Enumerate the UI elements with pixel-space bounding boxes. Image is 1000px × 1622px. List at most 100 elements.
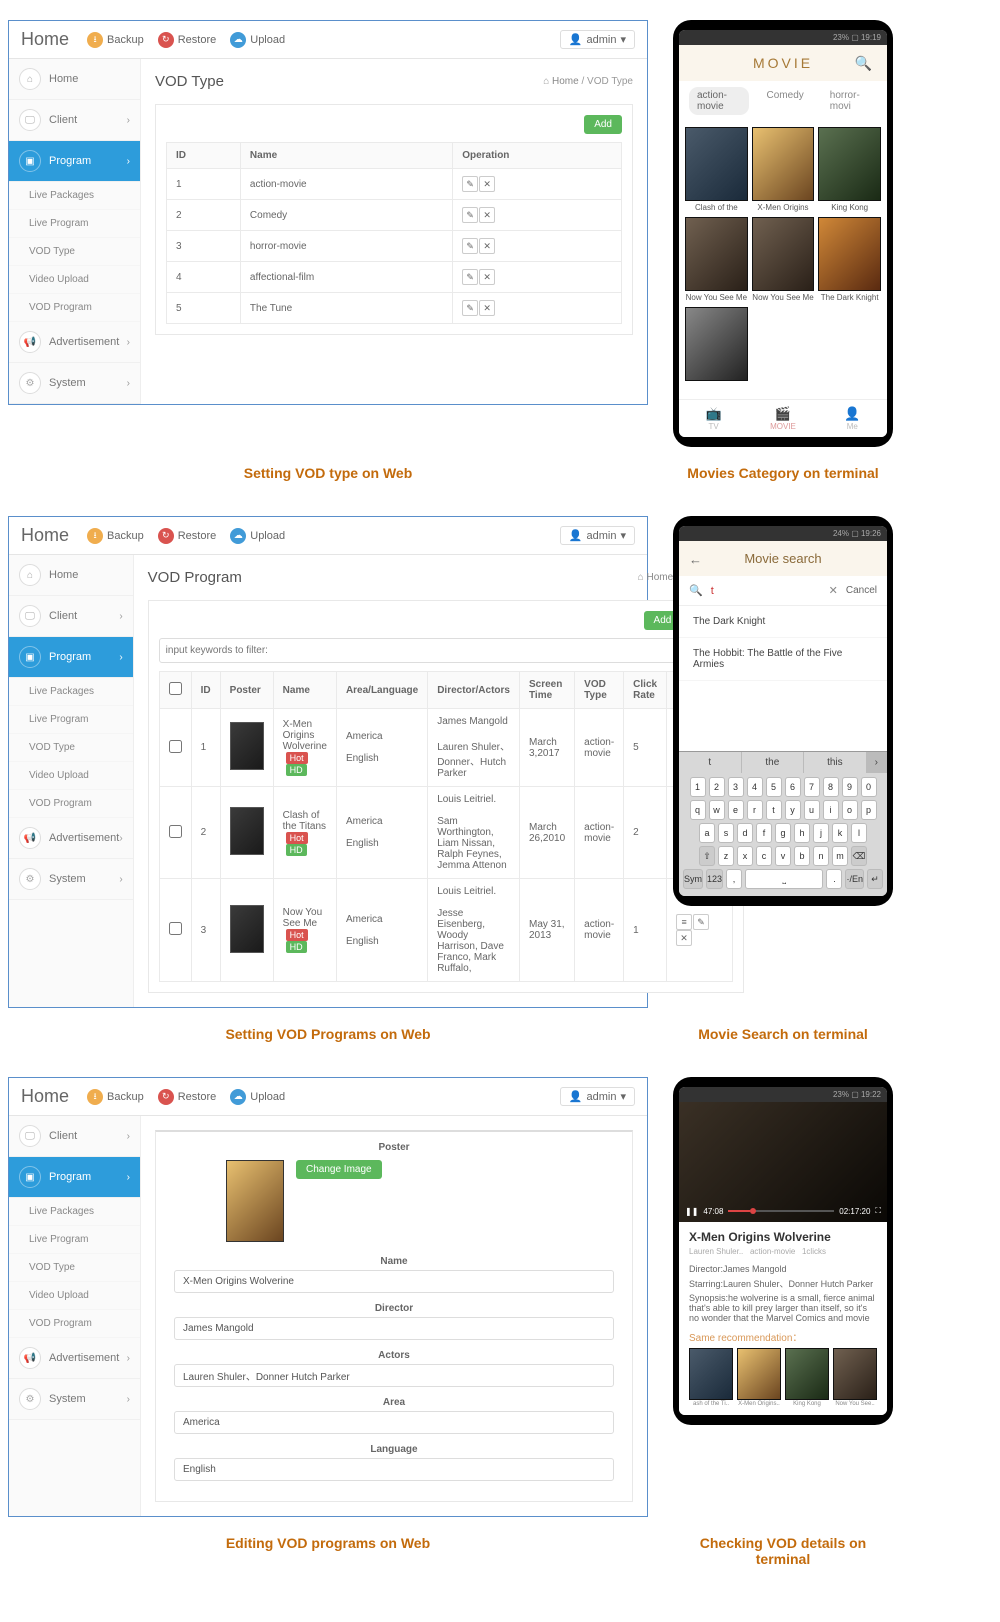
suggestion[interactable]: this: [804, 752, 867, 773]
sidebar-sub-vod-type[interactable]: VOD Type: [9, 734, 133, 762]
backup-button[interactable]: ⭳Backup: [87, 32, 144, 48]
delete-icon[interactable]: ✕: [479, 176, 495, 192]
row-checkbox[interactable]: [169, 825, 182, 838]
key[interactable]: n: [813, 846, 829, 866]
key[interactable]: o: [842, 800, 858, 820]
select-all-checkbox[interactable]: [169, 682, 182, 695]
video-seekbar[interactable]: [728, 1210, 834, 1212]
key[interactable]: m: [832, 846, 848, 866]
row-checkbox[interactable]: [169, 922, 182, 935]
lang-key[interactable]: ·/En: [845, 869, 864, 889]
key[interactable]: q: [690, 800, 706, 820]
restore-button[interactable]: ↻Restore: [158, 32, 217, 48]
sidebar-sub-video-upload[interactable]: Video Upload: [9, 762, 133, 790]
key[interactable]: 6: [785, 777, 801, 797]
recommendation-item[interactable]: Now You See..: [833, 1348, 877, 1407]
spacebar-key[interactable]: ⎵: [745, 869, 823, 889]
sidebar-sub-vod-type[interactable]: VOD Type: [9, 238, 140, 266]
movie-item[interactable]: Now You See Me: [685, 217, 748, 303]
suggestion[interactable]: the: [742, 752, 805, 773]
key[interactable]: w: [709, 800, 725, 820]
name-input[interactable]: [174, 1270, 614, 1293]
suggestion-chevron-icon[interactable]: ›: [867, 752, 887, 773]
edit-icon[interactable]: ✎: [693, 914, 709, 930]
list-icon[interactable]: ≡: [676, 914, 692, 930]
tab-comedy[interactable]: Comedy: [759, 87, 812, 115]
add-button[interactable]: Add: [584, 115, 622, 134]
key[interactable]: i: [823, 800, 839, 820]
sidebar-item-program[interactable]: ▣Program›: [9, 141, 140, 182]
sidebar-item-home[interactable]: ⌂Home: [9, 555, 133, 596]
key[interactable]: x: [737, 846, 753, 866]
user-dropdown[interactable]: 👤admin▾: [560, 30, 635, 49]
sidebar-sub-vod-program[interactable]: VOD Program: [9, 294, 140, 322]
key[interactable]: 2: [709, 777, 725, 797]
key[interactable]: y: [785, 800, 801, 820]
movie-item[interactable]: Now You See Me: [752, 217, 815, 303]
search-result[interactable]: The Hobbit: The Battle of the Five Armie…: [679, 638, 887, 681]
key[interactable]: e: [728, 800, 744, 820]
sidebar-sub-live-program[interactable]: Live Program: [9, 210, 140, 238]
sidebar-sub-live-packages[interactable]: Live Packages: [9, 182, 140, 210]
sidebar-item-advertisement[interactable]: 📢Advertisement›: [9, 322, 140, 363]
key[interactable]: .: [826, 869, 842, 889]
user-dropdown[interactable]: 👤admin▾: [560, 1087, 635, 1106]
nav-movie[interactable]: 🎬MOVIE: [748, 400, 817, 437]
key[interactable]: k: [832, 823, 848, 843]
key[interactable]: p: [861, 800, 877, 820]
sidebar-sub-vod-program[interactable]: VOD Program: [9, 1310, 140, 1338]
sidebar-sub-vod-program[interactable]: VOD Program: [9, 790, 133, 818]
backspace-key[interactable]: ⌫: [851, 846, 867, 866]
movie-item[interactable]: X-Men Origins: [752, 127, 815, 213]
key[interactable]: l: [851, 823, 867, 843]
key[interactable]: u: [804, 800, 820, 820]
delete-icon[interactable]: ✕: [479, 300, 495, 316]
sidebar-sub-live-packages[interactable]: Live Packages: [9, 678, 133, 706]
restore-button[interactable]: ↻Restore: [158, 1089, 217, 1105]
edit-icon[interactable]: ✎: [462, 300, 478, 316]
sym-key[interactable]: Sym: [683, 869, 703, 889]
key[interactable]: 3: [728, 777, 744, 797]
suggestion[interactable]: t: [679, 752, 742, 773]
search-icon[interactable]: 🔍: [855, 55, 875, 72]
key[interactable]: r: [747, 800, 763, 820]
fullscreen-icon[interactable]: ⛶: [875, 1206, 881, 1216]
sidebar-item-client[interactable]: 🖵Client›: [9, 596, 133, 637]
backup-button[interactable]: ⭳Backup: [87, 528, 144, 544]
cancel-button[interactable]: Cancel: [846, 585, 877, 596]
edit-icon[interactable]: ✎: [462, 238, 478, 254]
enter-key[interactable]: ↵: [867, 869, 883, 889]
key[interactable]: d: [737, 823, 753, 843]
nav-me[interactable]: 👤Me: [818, 400, 887, 437]
filter-input[interactable]: [159, 638, 734, 663]
tab-action-movie[interactable]: action-movie: [689, 87, 749, 115]
video-player[interactable]: ❚❚ 47:08 02:17:20 ⛶: [679, 1102, 887, 1222]
key[interactable]: 5: [766, 777, 782, 797]
sidebar-item-program[interactable]: ▣Program›: [9, 1157, 140, 1198]
search-result[interactable]: The Dark Knight: [679, 606, 887, 638]
sidebar-item-system[interactable]: ⚙System›: [9, 363, 140, 404]
movie-item[interactable]: The Dark Knight: [818, 217, 881, 303]
tab-horror[interactable]: horror-movi: [822, 87, 877, 115]
key[interactable]: f: [756, 823, 772, 843]
recommendation-item[interactable]: X-Men Origins..: [737, 1348, 781, 1407]
upload-button[interactable]: ☁Upload: [230, 1089, 285, 1105]
edit-icon[interactable]: ✎: [462, 176, 478, 192]
delete-icon[interactable]: ✕: [479, 269, 495, 285]
sidebar-sub-live-program[interactable]: Live Program: [9, 706, 133, 734]
key[interactable]: 0: [861, 777, 877, 797]
key[interactable]: s: [718, 823, 734, 843]
sidebar-item-system[interactable]: ⚙System›: [9, 1379, 140, 1420]
key[interactable]: z: [718, 846, 734, 866]
key[interactable]: 4: [747, 777, 763, 797]
recommendation-item[interactable]: ash of the Ti..: [689, 1348, 733, 1407]
movie-item[interactable]: [685, 307, 748, 393]
backup-button[interactable]: ⭳Backup: [87, 1089, 144, 1105]
key[interactable]: 9: [842, 777, 858, 797]
row-checkbox[interactable]: [169, 740, 182, 753]
key[interactable]: 1: [690, 777, 706, 797]
pause-icon[interactable]: ❚❚: [685, 1207, 698, 1216]
sidebar-item-program[interactable]: ▣Program›: [9, 637, 133, 678]
user-dropdown[interactable]: 👤admin▾: [560, 526, 635, 545]
sidebar-sub-video-upload[interactable]: Video Upload: [9, 266, 140, 294]
